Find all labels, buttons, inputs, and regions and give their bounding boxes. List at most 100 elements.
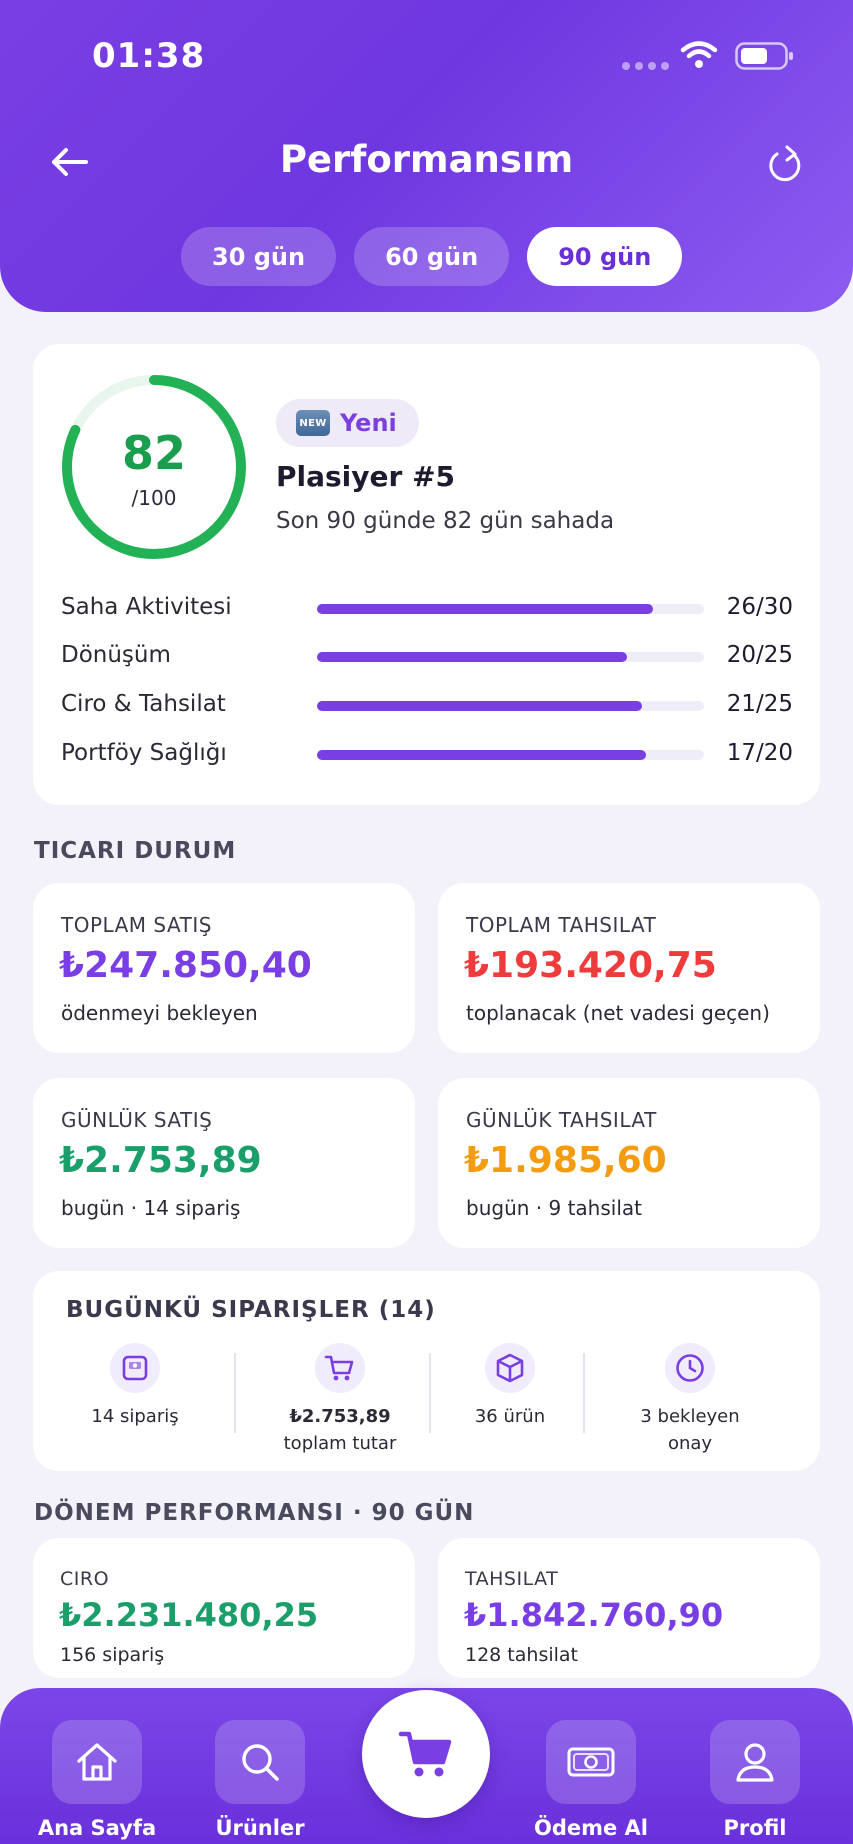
metric-progress-track (317, 750, 704, 760)
status-bar: 01:38 (0, 0, 853, 110)
nav-profile-label: Profil (723, 1816, 787, 1840)
metric-progress-track (317, 652, 704, 662)
tab-90-days[interactable]: 90 gün (527, 227, 683, 286)
shopping-cart-icon (398, 1731, 452, 1777)
metric-label: Dönüşüm (61, 642, 171, 668)
order-total-item: ₺2.753,89 toplam tutar (265, 1343, 415, 1457)
level-badge: NEW Yeni (276, 399, 419, 447)
metric-row: Ciro & Tahsilat 21/25 (61, 685, 793, 725)
rep-name: Plasiyer #5 (276, 460, 456, 493)
nav-payment-label: Ödeme Al (533, 1816, 648, 1840)
header: 01:38 Performansım 30 gün 60 gün 90 gün (0, 0, 853, 312)
stat-value: ₺247.850,40 (59, 945, 312, 986)
orders-title: BUGÜNKÜ SIPARIŞLER (14) (66, 1297, 436, 1323)
stat-label: GÜNLÜK SATIŞ (61, 1108, 213, 1132)
stat-card-daily-sales[interactable]: GÜNLÜK SATIŞ ₺2.753,89 bugün · 14 sipari… (33, 1078, 415, 1248)
metric-progress-fill (317, 652, 627, 662)
stat-label: TOPLAM TAHSILAT (466, 913, 657, 937)
metric-progress-track (317, 701, 704, 711)
section-title-commercial: TICARI DURUM (34, 838, 237, 864)
stat-card-daily-collection[interactable]: GÜNLÜK TAHSILAT ₺1.985,60 bugün · 9 tahs… (438, 1078, 820, 1248)
order-total-amount: ₺2.753,89 (289, 1406, 391, 1427)
period-value: ₺2.231.480,25 (59, 1596, 319, 1634)
score-card: 82 /100 NEW Yeni Plasiyer #5 Son 90 günd… (33, 344, 820, 805)
period-value: ₺1.842.760,90 (464, 1596, 724, 1634)
nav-profile[interactable]: Profil (695, 1720, 815, 1840)
stat-subtitle: bugün · 9 tahsilat (466, 1196, 642, 1220)
divider (429, 1353, 431, 1433)
divider (583, 1353, 585, 1433)
nav-products-box (215, 1720, 305, 1804)
score-value: 82 (121, 426, 186, 480)
cart-button[interactable] (362, 1690, 490, 1818)
period-subtitle: 128 tahsilat (465, 1644, 578, 1666)
metric-label: Portföy Sağlığı (61, 740, 227, 766)
period-label: TAHSILAT (465, 1568, 559, 1590)
new-icon: NEW (296, 410, 330, 436)
period-subtitle: 156 sipariş (60, 1644, 165, 1666)
order-count-item: 14 sipariş (75, 1343, 195, 1430)
stat-subtitle: toplanacak (net vadesi geçen) (466, 1001, 770, 1025)
home-icon (77, 1743, 117, 1781)
metric-value: 20/25 (726, 642, 793, 668)
stat-label: TOPLAM SATIŞ (61, 913, 212, 937)
period-tabs: 30 gün 60 gün 90 gün (181, 227, 683, 286)
search-icon (242, 1744, 279, 1781)
tab-30-days[interactable]: 30 gün (181, 227, 337, 286)
stat-label: GÜNLÜK TAHSILAT (466, 1108, 657, 1132)
tab-60-days[interactable]: 60 gün (354, 227, 510, 286)
page-title: Performansım (279, 138, 574, 181)
order-box-icon (110, 1343, 160, 1393)
stat-card-total-sales[interactable]: TOPLAM SATIŞ ₺247.850,40 ödenmeyi bekley… (33, 883, 415, 1053)
refresh-icon (769, 145, 801, 182)
nav-payment[interactable]: Ödeme Al (531, 1720, 651, 1840)
metric-label: Saha Aktivitesi (61, 594, 232, 620)
section-title-period: DÖNEM PERFORMANSI · 90 GÜN (34, 1500, 475, 1526)
package-icon (485, 1343, 535, 1393)
metric-progress-fill (317, 604, 653, 614)
metric-progress-fill (317, 701, 643, 711)
wifi-icon (680, 41, 718, 68)
score-max: /100 (131, 486, 177, 510)
stat-value: ₺193.420,75 (464, 945, 717, 986)
stat-card-total-collection[interactable]: TOPLAM TAHSILAT ₺193.420,75 toplanacak (… (438, 883, 820, 1053)
nav-payment-box (546, 1720, 636, 1804)
pending-count: 3 bekleyen (640, 1406, 740, 1427)
metric-progress-fill (317, 750, 646, 760)
order-count: 14 sipariş (91, 1406, 179, 1427)
period-label: CIRO (60, 1568, 110, 1590)
pending-label: onay (667, 1433, 713, 1454)
metric-label: Ciro & Tahsilat (61, 691, 226, 717)
period-card-revenue[interactable]: CIRO ₺2.231.480,25 156 sipariş (33, 1538, 415, 1678)
metric-value: 17/20 (726, 740, 793, 766)
signal-icon (622, 62, 669, 70)
battery-icon (735, 42, 793, 70)
nav-products[interactable]: Ürünler (200, 1720, 320, 1840)
badge-label: Yeni (340, 409, 397, 437)
refresh-button[interactable] (760, 140, 810, 190)
stat-subtitle: bugün · 14 sipariş (61, 1196, 241, 1220)
nav-products-label: Ürünler (215, 1816, 305, 1840)
stat-subtitle: ödenmeyi bekleyen (61, 1001, 258, 1025)
nav-home[interactable]: Ana Sayfa (37, 1720, 157, 1840)
money-icon (567, 1747, 615, 1777)
stat-value: ₺2.753,89 (59, 1140, 262, 1181)
stat-value: ₺1.985,60 (464, 1140, 667, 1181)
metric-row: Dönüşüm 20/25 (61, 636, 793, 676)
metric-row: Saha Aktivitesi 26/30 (61, 588, 793, 628)
todays-orders-card[interactable]: BUGÜNKÜ SIPARIŞLER (14) 14 sipariş ₺2.75… (33, 1271, 820, 1471)
nav-home-label: Ana Sayfa (37, 1816, 157, 1840)
pending-approval-item: 3 bekleyen onay (615, 1343, 765, 1457)
rep-subtitle: Son 90 günde 82 gün sahada (276, 508, 615, 534)
metric-row: Portföy Sağlığı 17/20 (61, 734, 793, 774)
product-count-item: 36 ürün (445, 1343, 575, 1430)
nav-home-box (52, 1720, 142, 1804)
clock-icon (665, 1343, 715, 1393)
cart-icon (315, 1343, 365, 1393)
metric-value: 21/25 (726, 691, 793, 717)
metric-progress-track (317, 604, 704, 614)
status-time: 01:38 (92, 36, 206, 76)
nav-profile-box (710, 1720, 800, 1804)
period-card-collection[interactable]: TAHSILAT ₺1.842.760,90 128 tahsilat (438, 1538, 820, 1678)
divider (234, 1353, 236, 1433)
